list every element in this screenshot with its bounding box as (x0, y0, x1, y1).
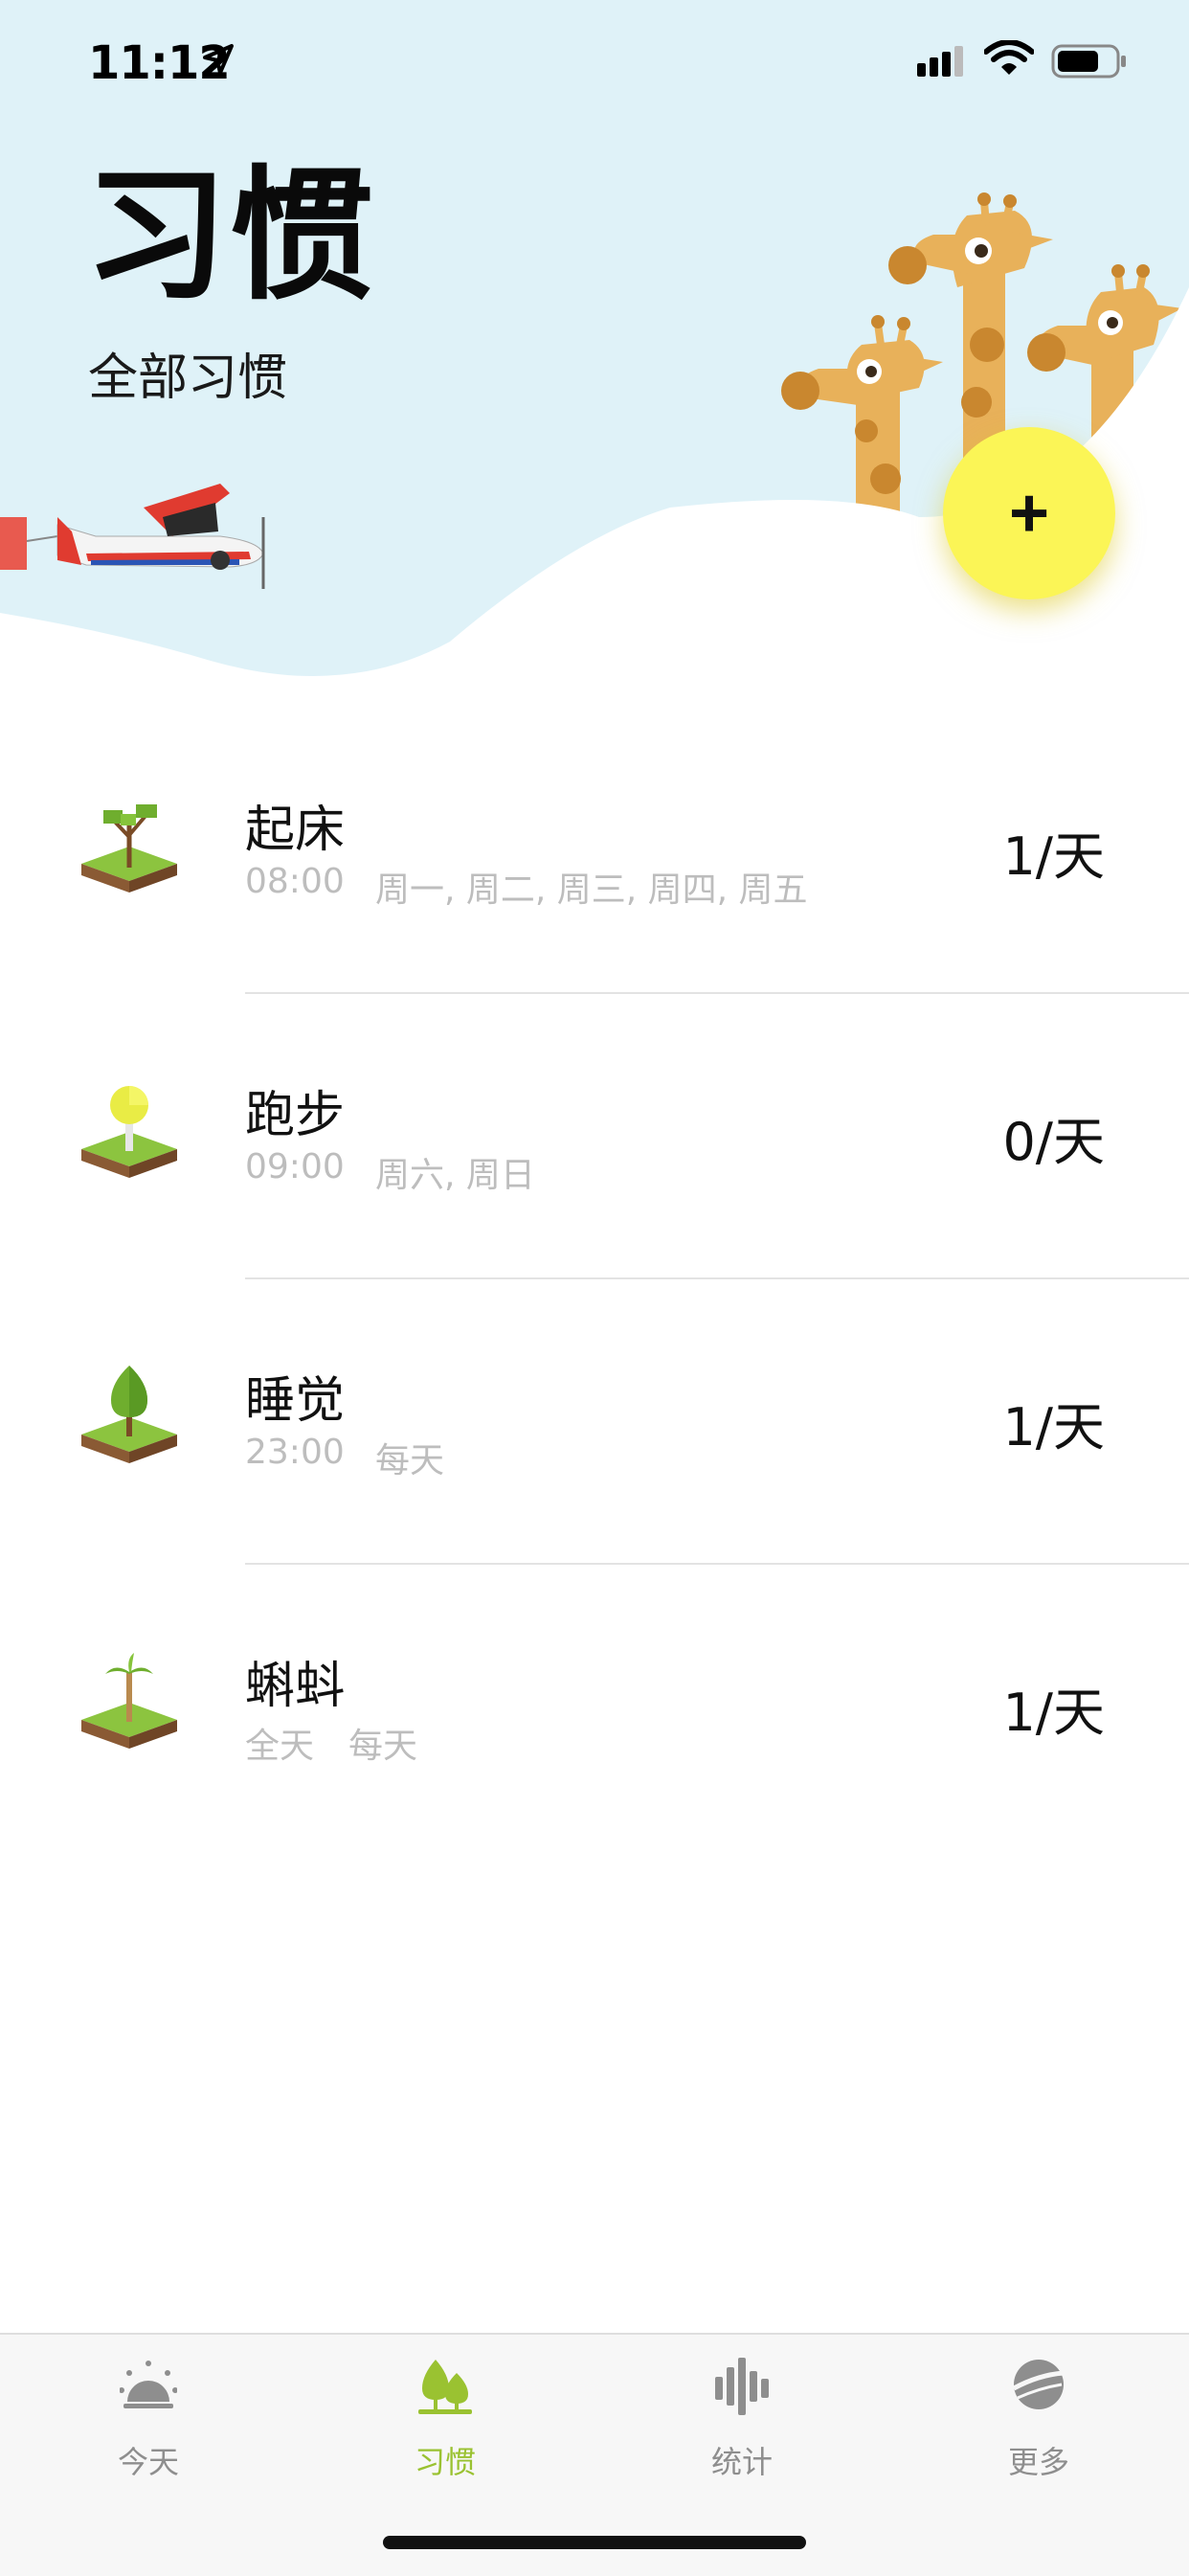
habit-time: 09:00 (245, 1147, 345, 1186)
header: 11:12 习惯 全部习惯 + (0, 0, 1189, 709)
page-subtitle: 全部习惯 (88, 350, 288, 407)
habit-days: 每天 (348, 1727, 418, 1766)
tab-more[interactable]: 更多 (890, 2335, 1187, 2507)
habit-time: 全天 (245, 1727, 315, 1766)
bars-icon (715, 2358, 769, 2415)
planet-icon (1012, 2360, 1065, 2409)
tab-habits[interactable]: 习惯 (297, 2335, 594, 2507)
tab-label: 习惯 (414, 2444, 476, 2480)
habit-days: 周一, 周二, 周三, 周四, 周五 (375, 870, 808, 910)
tab-stats[interactable]: 统计 (594, 2335, 890, 2507)
status-bar: 11:12 (0, 0, 1189, 124)
habit-row[interactable]: 睡觉 23:00 每天 1/天 (0, 1279, 1189, 1565)
trees-icon (418, 2360, 472, 2414)
habit-row[interactable]: 蝌蚪 全天 每天 1/天 (0, 1565, 1189, 1850)
add-habit-button[interactable]: + (943, 427, 1115, 599)
habit-count: 1/天 (1002, 1683, 1105, 1743)
tab-label: 更多 (1007, 2444, 1069, 2480)
page-title: 习惯 (84, 153, 376, 320)
yellow-tree-icon (81, 1086, 177, 1178)
habit-name: 睡觉 (245, 1372, 346, 1430)
habit-list: 起床 08:00 周一, 周二, 周三, 周四, 周五 1/天 跑步 09:00… (0, 709, 1189, 1850)
home-indicator[interactable] (383, 2536, 806, 2549)
airplane-illustration (0, 484, 265, 589)
location-arrow-icon (203, 44, 234, 75)
habit-days: 周六, 周日 (375, 1156, 535, 1195)
sunrise-icon (120, 2361, 177, 2408)
habit-row[interactable]: 起床 08:00 周一, 周二, 周三, 周四, 周五 1/天 (0, 709, 1189, 994)
tab-today[interactable]: 今天 (0, 2335, 297, 2507)
habit-name: 蝌蚪 (245, 1658, 346, 1715)
habit-time: 23:00 (245, 1433, 345, 1472)
habit-days: 每天 (375, 1441, 445, 1480)
green-tree-icon (81, 1366, 177, 1463)
cellular-signal-icon (917, 46, 963, 77)
habit-name: 跑步 (245, 1087, 346, 1144)
habit-count: 1/天 (1002, 1397, 1105, 1457)
habit-time: 08:00 (245, 862, 345, 901)
plus-icon: + (1008, 475, 1050, 552)
habit-row[interactable]: 跑步 09:00 周六, 周日 0/天 (0, 994, 1189, 1279)
habit-name: 起床 (245, 802, 346, 859)
wifi-icon (984, 40, 1034, 75)
battery-icon (1051, 44, 1126, 79)
palm-tree-icon (81, 1653, 177, 1749)
habit-count: 0/天 (1002, 1112, 1105, 1172)
habit-count: 1/天 (1002, 826, 1105, 887)
bare-tree-icon (81, 804, 177, 893)
tab-label: 统计 (710, 2444, 773, 2480)
tab-label: 今天 (117, 2444, 179, 2480)
